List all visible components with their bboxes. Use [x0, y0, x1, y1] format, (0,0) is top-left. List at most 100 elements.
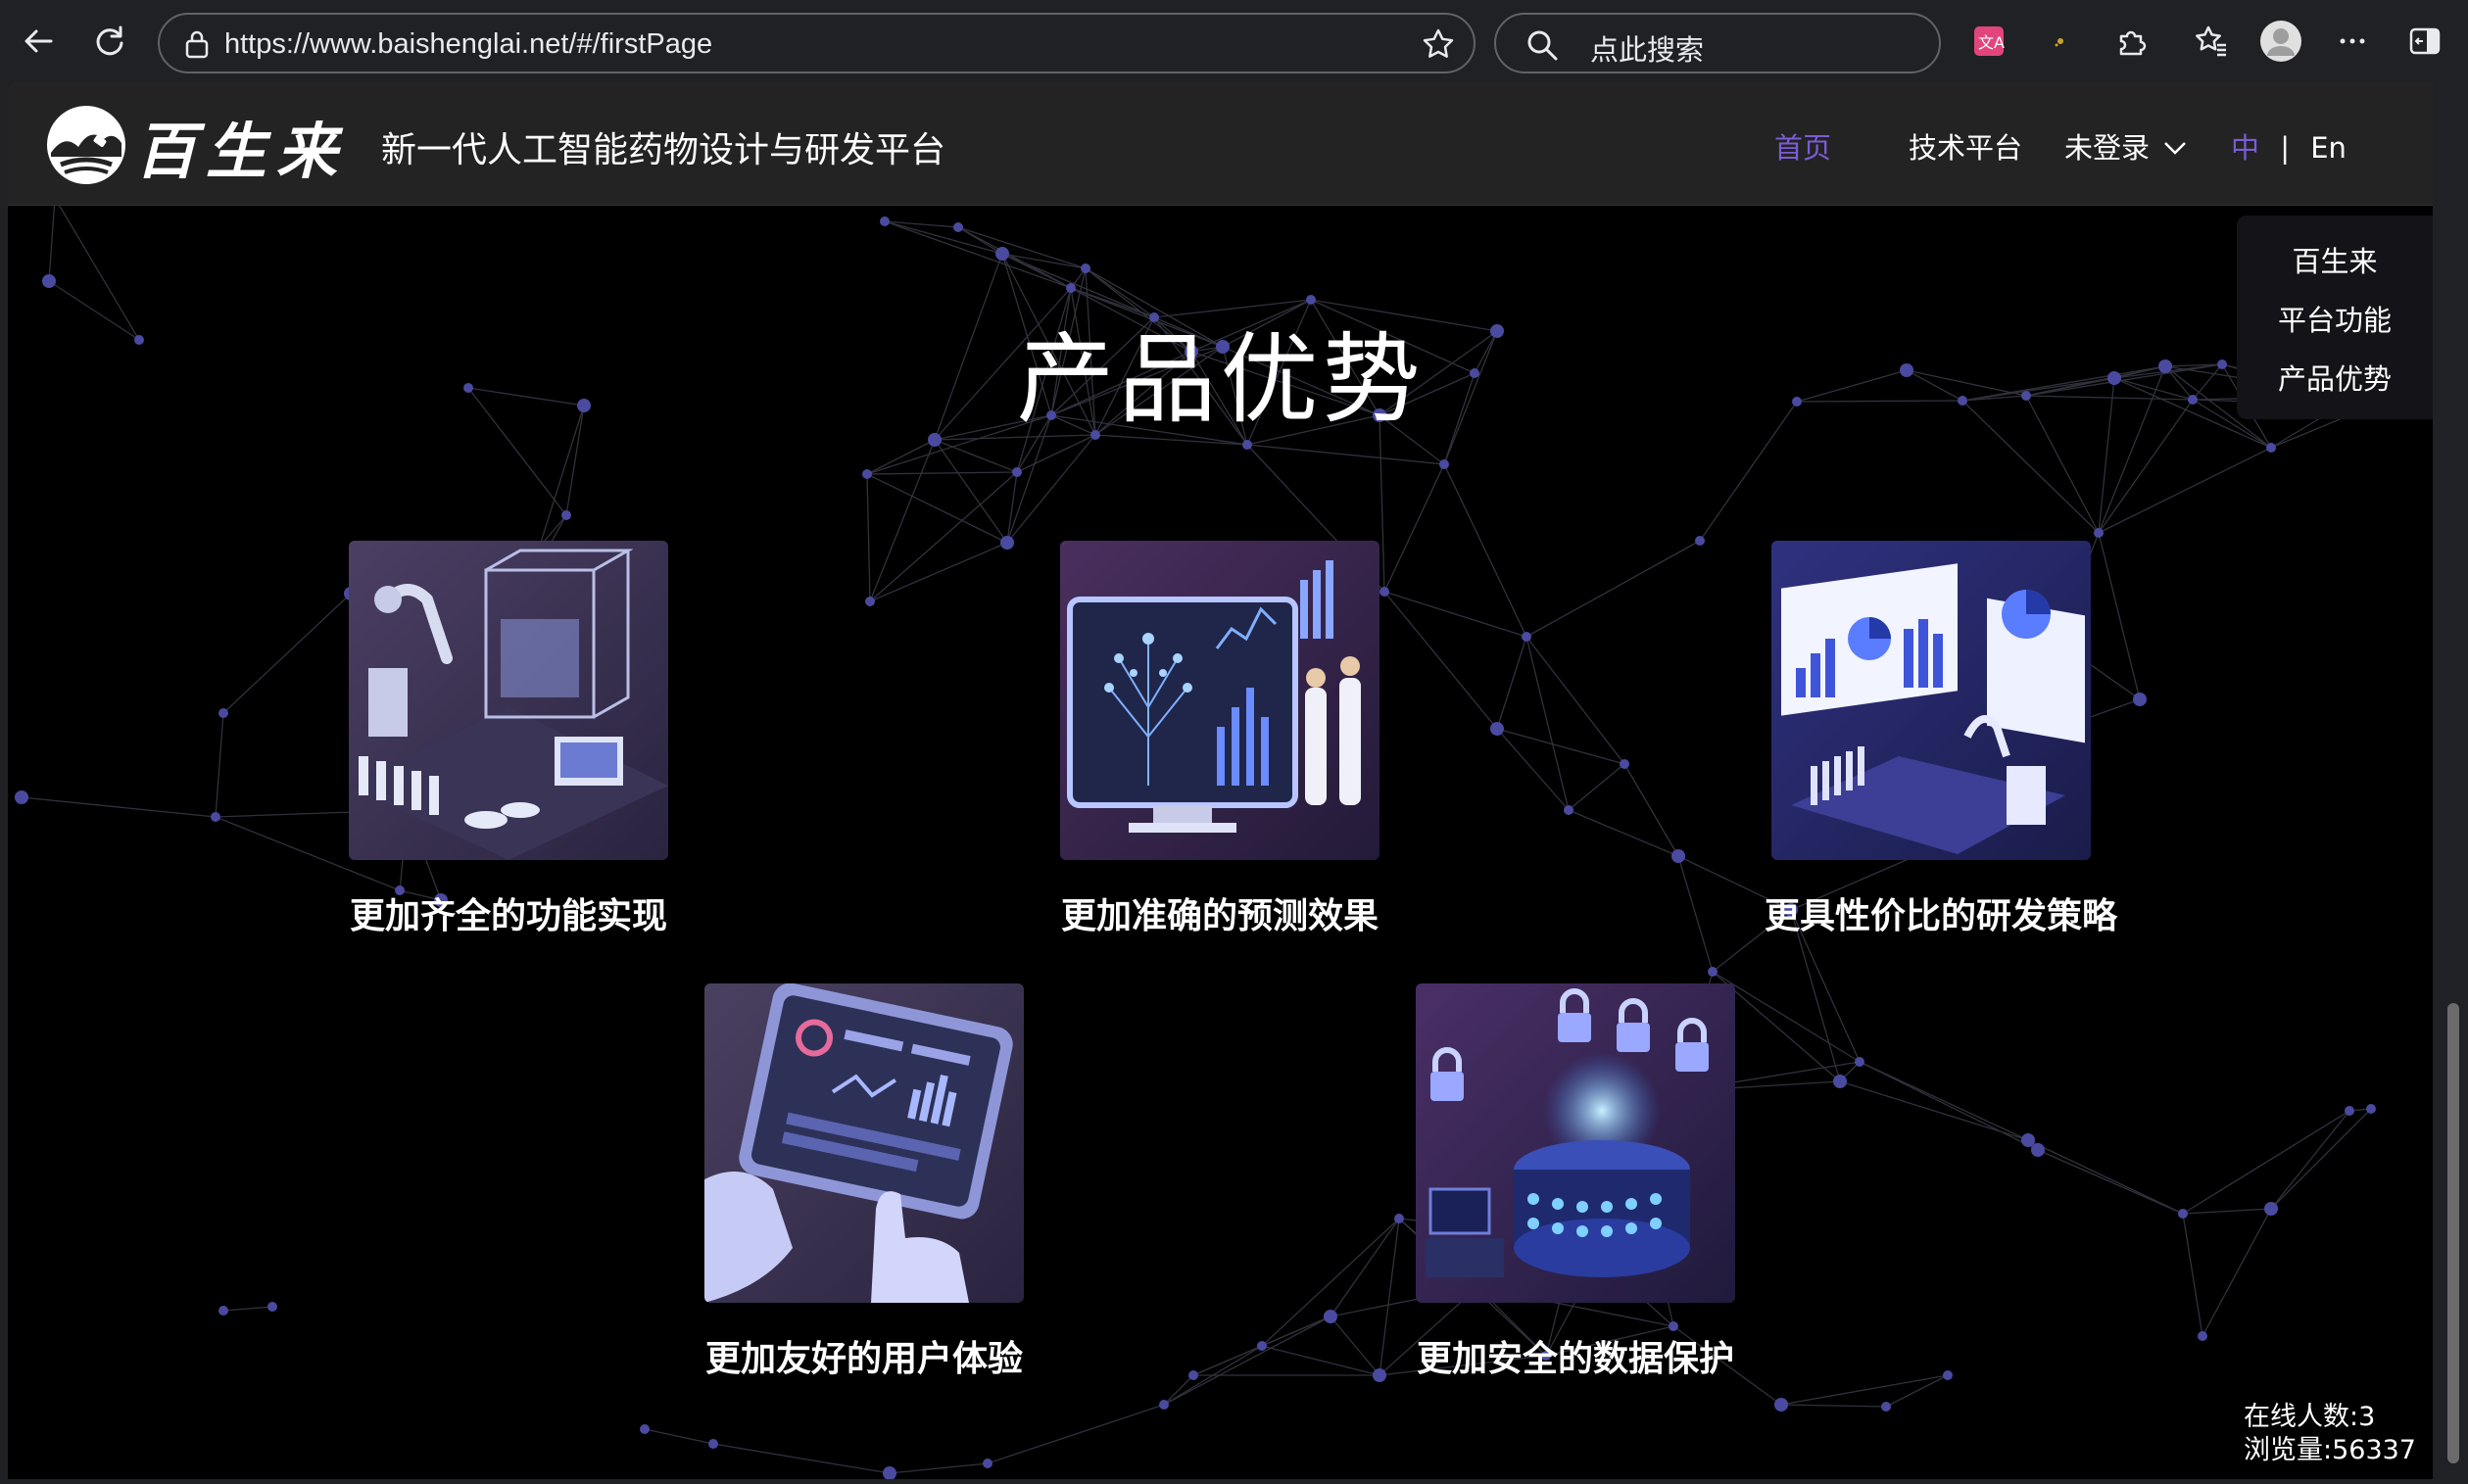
network-node — [1159, 1400, 1169, 1410]
translate-button[interactable]: 文A — [1964, 17, 2013, 66]
network-link — [1780, 1374, 1949, 1406]
network-node — [1564, 805, 1573, 815]
network-node — [218, 708, 228, 718]
search-icon — [1527, 30, 1558, 61]
network-link — [1525, 636, 1625, 765]
favorites-button[interactable] — [2187, 17, 2236, 66]
network-node — [2264, 1202, 2278, 1216]
network-node — [1620, 759, 1629, 769]
network-node — [2266, 443, 2276, 453]
network-node — [15, 790, 28, 804]
profile-avatar — [2260, 21, 2301, 62]
network-node — [2094, 528, 2104, 538]
network-node — [708, 1439, 718, 1449]
network-link — [712, 1443, 891, 1474]
card-label: 更加准确的预测效果 — [1060, 896, 1379, 936]
network-link — [1001, 253, 1072, 289]
network-link — [866, 473, 871, 602]
network-link — [215, 712, 224, 818]
address-bar[interactable]: https://www.baishenglai.net/#/firstPage — [158, 13, 1476, 73]
advantage-card[interactable]: 更加齐全的功能实现 — [342, 541, 675, 938]
browser-toolbar: https://www.baishenglai.net/#/firstPage … — [0, 0, 2468, 82]
page-scrollbar[interactable] — [2439, 82, 2468, 1479]
site-stats: 在线人数:3 浏览量:56337 — [2244, 1401, 2416, 1467]
network-node — [1671, 849, 1685, 863]
brand-name[interactable]: 百生来 — [135, 102, 347, 190]
network-node — [1943, 1370, 1953, 1380]
network-link — [48, 197, 56, 282]
login-label: 未登录 — [2064, 131, 2151, 165]
search-placeholder: 点此搜索 — [1590, 33, 1705, 67]
card-image-lab-automation — [349, 541, 668, 860]
site-subtitle: 新一代人工智能药物设计与研发平台 — [381, 130, 946, 170]
network-link — [1383, 591, 1498, 730]
logo-icon[interactable] — [45, 104, 127, 186]
extension-button[interactable] — [2036, 17, 2085, 66]
network-node — [2133, 693, 2147, 706]
network-node — [2031, 1143, 2045, 1157]
network-node — [862, 469, 872, 479]
card-label: 更加安全的数据保护 — [1416, 1339, 1734, 1379]
network-link — [1163, 1316, 1331, 1406]
url-text[interactable]: https://www.baishenglai.net/#/firstPage — [224, 28, 712, 61]
nav-home[interactable]: 首页 — [1774, 125, 1831, 167]
extensions-button[interactable] — [2106, 17, 2155, 66]
network-link — [2027, 1139, 2184, 1215]
network-node — [2366, 1104, 2376, 1114]
back-arrow-icon — [24, 29, 53, 53]
network-node — [1000, 536, 1014, 550]
network-link — [2202, 1208, 2272, 1337]
network-link — [1859, 1061, 2029, 1141]
lang-zh-option[interactable]: 中 — [2231, 131, 2259, 165]
sidebar-button[interactable] — [2400, 17, 2449, 66]
advantage-card[interactable]: 更加安全的数据保护 — [1409, 983, 1742, 1381]
card-image-prediction-analytics — [1060, 541, 1379, 860]
card-label: 更具性价比的研发策略 — [1765, 896, 2118, 936]
network-link — [1443, 463, 1527, 638]
network-node — [995, 247, 1009, 261]
card-image-data-security — [1416, 983, 1735, 1303]
network-link — [889, 1462, 989, 1474]
network-link — [866, 439, 936, 475]
network-node — [1708, 967, 1718, 977]
network-node — [2178, 1209, 2188, 1219]
network-node — [1695, 536, 1705, 546]
network-node — [218, 1306, 228, 1316]
network-link — [1006, 434, 1096, 544]
nav-tech-platform[interactable]: 技术平台 — [1909, 125, 2022, 167]
back-button[interactable] — [14, 17, 63, 66]
network-link — [2270, 1108, 2372, 1210]
network-link — [222, 593, 352, 714]
network-node — [561, 510, 571, 520]
browser-search-box[interactable]: 点此搜索 — [1494, 13, 1941, 73]
network-link — [1525, 540, 1701, 638]
advantage-card[interactable]: 更加准确的预测效果 — [1053, 541, 1386, 938]
online-count: 在线人数:3 — [2244, 1402, 2376, 1432]
favorite-star-icon[interactable] — [1421, 26, 1456, 62]
network-node — [2345, 1106, 2354, 1116]
advantage-card[interactable]: 更具性价比的研发策略 — [1765, 541, 2118, 938]
network-link — [1839, 1080, 2029, 1141]
lang-en-option[interactable]: En — [2310, 131, 2347, 165]
network-link — [987, 1404, 1165, 1464]
network-link — [1780, 1404, 1887, 1408]
lock-icon[interactable] — [183, 28, 211, 60]
chevron-down-icon — [2164, 142, 2187, 155]
network-link — [1568, 809, 1679, 857]
network-node — [1324, 1310, 1337, 1323]
network-link — [2270, 1110, 2350, 1210]
nav-login[interactable]: 未登录 — [2064, 125, 2188, 167]
more-icon — [2340, 38, 2365, 44]
refresh-button[interactable] — [85, 17, 134, 66]
more-button[interactable] — [2328, 17, 2377, 66]
network-link — [1261, 1345, 1380, 1376]
network-link — [2182, 1213, 2203, 1337]
network-link — [1623, 763, 1679, 857]
network-node — [1774, 1398, 1788, 1412]
scrollbar-thumb[interactable] — [2447, 1003, 2459, 1463]
network-link — [1496, 728, 1625, 765]
advantage-card[interactable]: 更加友好的用户体验 — [698, 983, 1031, 1381]
network-link — [2037, 1149, 2184, 1215]
profile-button[interactable] — [2256, 17, 2305, 66]
side-item-baishenglai[interactable]: 百生来 — [2237, 239, 2433, 280]
